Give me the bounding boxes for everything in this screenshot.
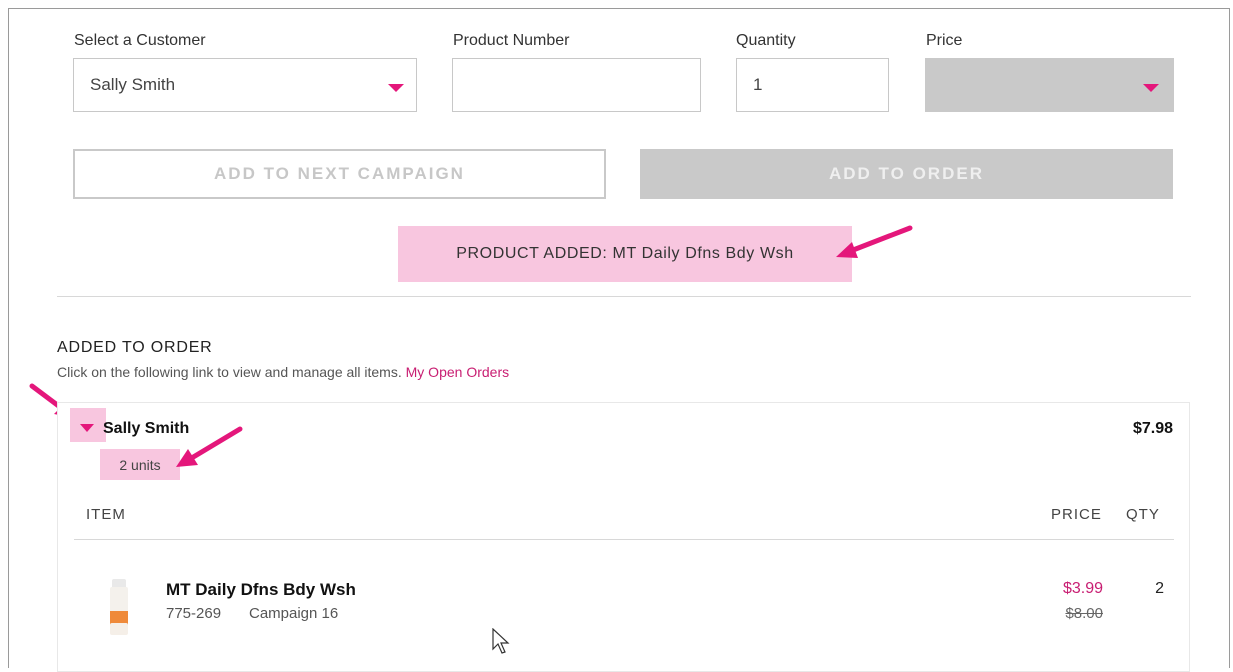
product-number-input[interactable] — [452, 58, 701, 112]
item-number: 775-269 — [166, 605, 222, 622]
item-original-price: $8.00 — [1065, 605, 1103, 622]
added-to-order-title: ADDED TO ORDER — [57, 339, 213, 356]
mouse-cursor-icon — [492, 628, 510, 654]
price-label: Price — [926, 32, 963, 49]
toast-product: MT Daily Dfns Bdy Wsh — [612, 245, 794, 262]
quantity-label: Quantity — [736, 32, 796, 49]
price-select[interactable] — [925, 58, 1174, 112]
quantity-value: 1 — [753, 75, 763, 94]
table-row: MT Daily Dfns Bdy Wsh 775-269 Campaign 1… — [74, 553, 1174, 663]
add-to-order-button[interactable]: ADD TO ORDER — [640, 149, 1173, 199]
product-number-label: Product Number — [453, 32, 570, 49]
item-name: MT Daily Dfns Bdy Wsh — [166, 580, 356, 599]
toast-prefix: PRODUCT ADDED: — [456, 245, 608, 262]
column-header-qty: QTY — [1126, 506, 1160, 523]
expand-toggle[interactable] — [70, 408, 106, 442]
column-header-item: ITEM — [86, 506, 126, 523]
product-thumbnail — [110, 579, 128, 635]
order-hint-text: Click on the following link to view and … — [57, 364, 402, 380]
add-to-next-campaign-button[interactable]: ADD TO NEXT CAMPAIGN — [73, 149, 606, 199]
units-badge: 2 units — [100, 449, 180, 480]
annotation-arrow-icon — [176, 426, 243, 467]
chevron-down-icon — [388, 84, 404, 92]
customer-label: Select a Customer — [74, 32, 206, 49]
order-total: $7.98 — [1132, 420, 1173, 437]
product-added-toast: PRODUCT ADDED: MT Daily Dfns Bdy Wsh — [398, 226, 852, 282]
my-open-orders-link[interactable]: My Open Orders — [406, 364, 509, 380]
order-panel: Sally Smith $7.98 2 units ITEM PRICE QTY… — [57, 402, 1190, 672]
annotation-arrow-icon — [836, 225, 913, 258]
item-qty: 2 — [1155, 580, 1164, 597]
customer-select[interactable]: Sally Smith — [73, 58, 417, 112]
table-header-divider — [74, 539, 1174, 540]
order-hint: Click on the following link to view and … — [57, 364, 509, 380]
item-campaign: Campaign 16 — [249, 605, 339, 622]
column-header-price: PRICE — [1051, 506, 1102, 523]
section-divider — [57, 296, 1191, 297]
item-price: $3.99 — [1062, 580, 1103, 597]
chevron-down-icon — [80, 424, 94, 432]
quantity-input[interactable]: 1 — [736, 58, 889, 112]
customer-select-value: Sally Smith — [90, 75, 176, 94]
chevron-down-icon — [1143, 84, 1159, 92]
